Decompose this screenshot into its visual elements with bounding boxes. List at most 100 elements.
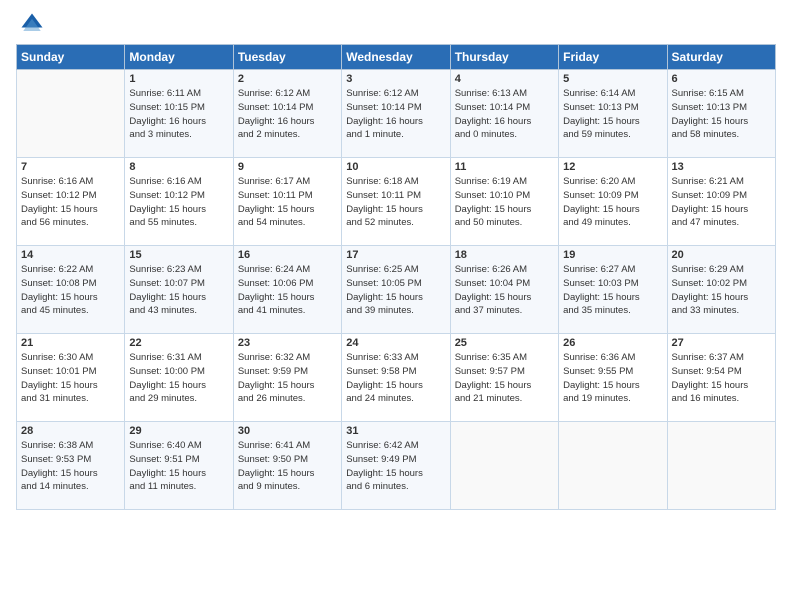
- day-number: 19: [563, 249, 662, 261]
- col-header-sunday: Sunday: [17, 45, 125, 70]
- day-info: Sunrise: 6:30 AMSunset: 10:01 PMDaylight…: [21, 351, 120, 406]
- day-info: Sunrise: 6:24 AMSunset: 10:06 PMDaylight…: [238, 263, 337, 318]
- day-number: 24: [346, 337, 445, 349]
- logo: [16, 10, 46, 38]
- day-number: 17: [346, 249, 445, 261]
- calendar-cell: 9 Sunrise: 6:17 AMSunset: 10:11 PMDayligh…: [233, 158, 341, 246]
- week-row-3: 14 Sunrise: 6:22 AMSunset: 10:08 PMDaylig…: [17, 246, 776, 334]
- day-info: Sunrise: 6:20 AMSunset: 10:09 PMDaylight…: [563, 175, 662, 230]
- calendar-cell: 3 Sunrise: 6:12 AMSunset: 10:14 PMDayligh…: [342, 70, 450, 158]
- page: SundayMondayTuesdayWednesdayThursdayFrid…: [0, 0, 792, 520]
- day-info: Sunrise: 6:29 AMSunset: 10:02 PMDaylight…: [672, 263, 771, 318]
- calendar-cell: [559, 422, 667, 510]
- day-info: Sunrise: 6:18 AMSunset: 10:11 PMDaylight…: [346, 175, 445, 230]
- day-number: 21: [21, 337, 120, 349]
- col-header-tuesday: Tuesday: [233, 45, 341, 70]
- calendar-cell: 26 Sunrise: 6:36 AMSunset: 9:55 PMDayligh…: [559, 334, 667, 422]
- calendar-cell: 29Sunrise: 6:40 AMSunset: 9:51 PMDayligh…: [125, 422, 233, 510]
- week-row-2: 7 Sunrise: 6:16 AMSunset: 10:12 PMDayligh…: [17, 158, 776, 246]
- calendar-cell: 21 Sunrise: 6:30 AMSunset: 10:01 PMDaylig…: [17, 334, 125, 422]
- day-number: 5: [563, 73, 662, 85]
- header: [16, 10, 776, 38]
- day-number: 22: [129, 337, 228, 349]
- day-number: 6: [672, 73, 771, 85]
- day-number: 28: [21, 425, 120, 437]
- day-info: Sunrise: 6:22 AMSunset: 10:08 PMDaylight…: [21, 263, 120, 318]
- day-number: 15: [129, 249, 228, 261]
- calendar-cell: 16 Sunrise: 6:24 AMSunset: 10:06 PMDaylig…: [233, 246, 341, 334]
- col-header-monday: Monday: [125, 45, 233, 70]
- day-info: Sunrise: 6:33 AMSunset: 9:58 PMDaylight:…: [346, 351, 445, 406]
- day-info: Sunrise: 6:27 AMSunset: 10:03 PMDaylight…: [563, 263, 662, 318]
- calendar-table: SundayMondayTuesdayWednesdayThursdayFrid…: [16, 44, 776, 510]
- day-info: Sunrise: 6:13 AMSunset: 10:14 PMDaylight…: [455, 87, 554, 142]
- day-info: Sunrise: 6:12 AMSunset: 10:14 PMDaylight…: [346, 87, 445, 142]
- day-number: 26: [563, 337, 662, 349]
- day-number: 13: [672, 161, 771, 173]
- calendar-cell: 2 Sunrise: 6:12 AMSunset: 10:14 PMDayligh…: [233, 70, 341, 158]
- day-number: 3: [346, 73, 445, 85]
- week-row-4: 21 Sunrise: 6:30 AMSunset: 10:01 PMDaylig…: [17, 334, 776, 422]
- calendar-cell: 7 Sunrise: 6:16 AMSunset: 10:12 PMDayligh…: [17, 158, 125, 246]
- calendar-cell: 30 Sunrise: 6:41 AMSunset: 9:50 PMDayligh…: [233, 422, 341, 510]
- calendar-cell: 8Sunrise: 6:16 AMSunset: 10:12 PMDayligh…: [125, 158, 233, 246]
- calendar-cell: 25 Sunrise: 6:35 AMSunset: 9:57 PMDayligh…: [450, 334, 558, 422]
- col-header-friday: Friday: [559, 45, 667, 70]
- day-info: Sunrise: 6:31 AMSunset: 10:00 PMDaylight…: [129, 351, 228, 406]
- day-info: Sunrise: 6:14 AMSunset: 10:13 PMDaylight…: [563, 87, 662, 142]
- calendar-cell: 28 Sunrise: 6:38 AMSunset: 9:53 PMDayligh…: [17, 422, 125, 510]
- calendar-cell: 31 Sunrise: 6:42 AMSunset: 9:49 PMDayligh…: [342, 422, 450, 510]
- day-info: Sunrise: 6:15 AMSunset: 10:13 PMDaylight…: [672, 87, 771, 142]
- header-row: SundayMondayTuesdayWednesdayThursdayFrid…: [17, 45, 776, 70]
- day-number: 9: [238, 161, 337, 173]
- day-info: Sunrise: 6:17 AMSunset: 10:11 PMDaylight…: [238, 175, 337, 230]
- calendar-cell: 19 Sunrise: 6:27 AMSunset: 10:03 PMDaylig…: [559, 246, 667, 334]
- day-number: 4: [455, 73, 554, 85]
- calendar-cell: 13 Sunrise: 6:21 AMSunset: 10:09 PMDaylig…: [667, 158, 775, 246]
- calendar-cell: 14 Sunrise: 6:22 AMSunset: 10:08 PMDaylig…: [17, 246, 125, 334]
- day-info: Sunrise: 6:42 AMSunset: 9:49 PMDaylight:…: [346, 439, 445, 494]
- calendar-cell: [450, 422, 558, 510]
- calendar-cell: 4 Sunrise: 6:13 AMSunset: 10:14 PMDayligh…: [450, 70, 558, 158]
- day-info: Sunrise: 6:26 AMSunset: 10:04 PMDaylight…: [455, 263, 554, 318]
- calendar-cell: 11 Sunrise: 6:19 AMSunset: 10:10 PMDaylig…: [450, 158, 558, 246]
- day-info: Sunrise: 6:23 AMSunset: 10:07 PMDaylight…: [129, 263, 228, 318]
- calendar-cell: 27 Sunrise: 6:37 AMSunset: 9:54 PMDayligh…: [667, 334, 775, 422]
- day-number: 25: [455, 337, 554, 349]
- day-info: Sunrise: 6:19 AMSunset: 10:10 PMDaylight…: [455, 175, 554, 230]
- day-number: 30: [238, 425, 337, 437]
- day-number: 16: [238, 249, 337, 261]
- day-info: Sunrise: 6:38 AMSunset: 9:53 PMDaylight:…: [21, 439, 120, 494]
- day-number: 31: [346, 425, 445, 437]
- col-header-saturday: Saturday: [667, 45, 775, 70]
- day-info: Sunrise: 6:35 AMSunset: 9:57 PMDaylight:…: [455, 351, 554, 406]
- calendar-cell: 15 Sunrise: 6:23 AMSunset: 10:07 PMDaylig…: [125, 246, 233, 334]
- week-row-1: 1Sunrise: 6:11 AMSunset: 10:15 PMDayligh…: [17, 70, 776, 158]
- day-info: Sunrise: 6:16 AMSunset: 10:12 PMDaylight…: [21, 175, 120, 230]
- day-info: Sunrise: 6:37 AMSunset: 9:54 PMDaylight:…: [672, 351, 771, 406]
- day-number: 11: [455, 161, 554, 173]
- day-number: 14: [21, 249, 120, 261]
- day-info: Sunrise: 6:16 AMSunset: 10:12 PMDaylight…: [129, 175, 228, 230]
- calendar-cell: 17 Sunrise: 6:25 AMSunset: 10:05 PMDaylig…: [342, 246, 450, 334]
- day-info: Sunrise: 6:36 AMSunset: 9:55 PMDaylight:…: [563, 351, 662, 406]
- day-info: Sunrise: 6:25 AMSunset: 10:05 PMDaylight…: [346, 263, 445, 318]
- day-number: 7: [21, 161, 120, 173]
- day-number: 23: [238, 337, 337, 349]
- day-number: 27: [672, 337, 771, 349]
- day-number: 2: [238, 73, 337, 85]
- calendar-cell: 20 Sunrise: 6:29 AMSunset: 10:02 PMDaylig…: [667, 246, 775, 334]
- day-number: 20: [672, 249, 771, 261]
- day-info: Sunrise: 6:12 AMSunset: 10:14 PMDaylight…: [238, 87, 337, 142]
- day-number: 10: [346, 161, 445, 173]
- calendar-cell: 23Sunrise: 6:32 AMSunset: 9:59 PMDayligh…: [233, 334, 341, 422]
- calendar-cell: 12Sunrise: 6:20 AMSunset: 10:09 PMDaylig…: [559, 158, 667, 246]
- calendar-cell: 6 Sunrise: 6:15 AMSunset: 10:13 PMDayligh…: [667, 70, 775, 158]
- calendar-cell: 10 Sunrise: 6:18 AMSunset: 10:11 PMDaylig…: [342, 158, 450, 246]
- day-number: 29: [129, 425, 228, 437]
- day-info: Sunrise: 6:41 AMSunset: 9:50 PMDaylight:…: [238, 439, 337, 494]
- col-header-thursday: Thursday: [450, 45, 558, 70]
- week-row-5: 28 Sunrise: 6:38 AMSunset: 9:53 PMDayligh…: [17, 422, 776, 510]
- logo-icon: [18, 10, 46, 38]
- day-info: Sunrise: 6:21 AMSunset: 10:09 PMDaylight…: [672, 175, 771, 230]
